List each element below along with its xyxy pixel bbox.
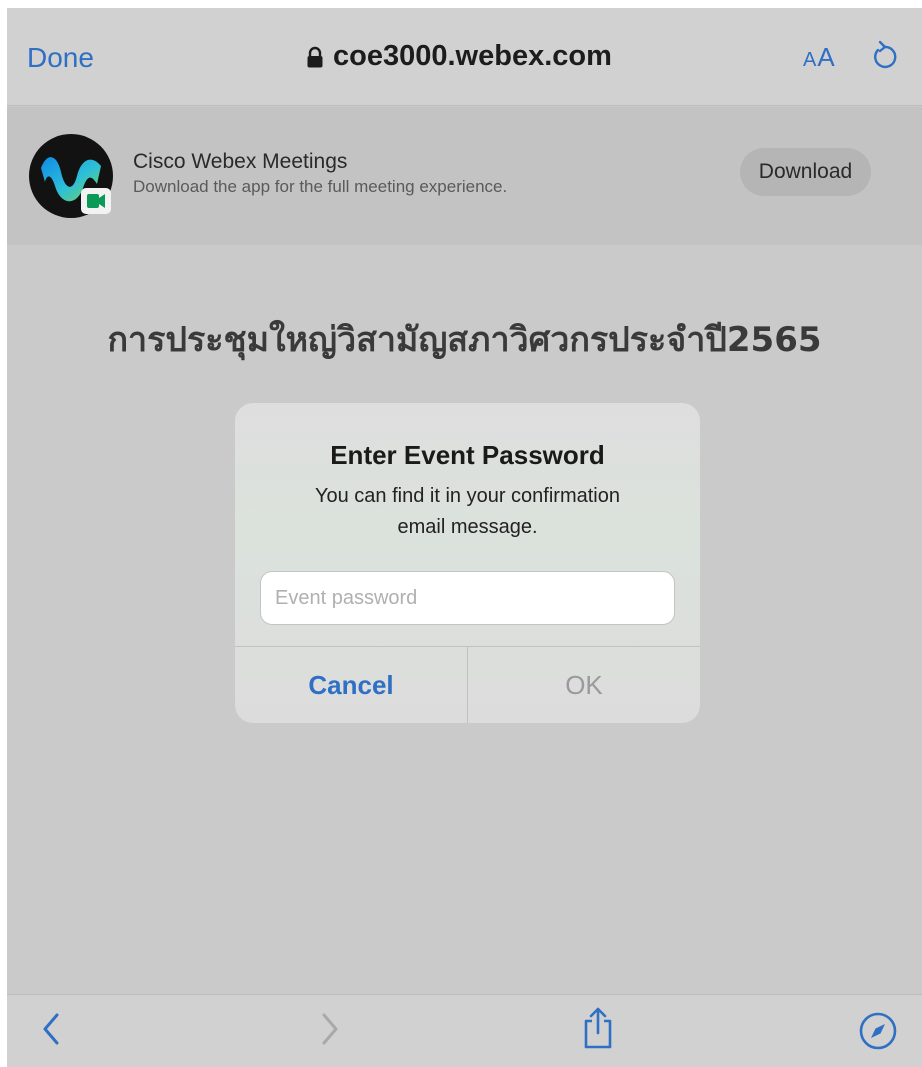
back-icon[interactable] [39, 1009, 63, 1054]
webex-app-icon[interactable] [27, 132, 115, 225]
browser-screen: Done coe3000.webex.com AA Cisco Webex Me… [7, 8, 922, 1067]
dialog-title: Enter Event Password [330, 440, 605, 470]
browser-top-bar: Done coe3000.webex.com AA [7, 8, 922, 106]
done-button[interactable]: Done [27, 42, 94, 74]
download-button[interactable]: Download [740, 148, 871, 196]
url-text: coe3000.webex.com [333, 40, 612, 72]
event-password-input[interactable] [260, 571, 675, 625]
forward-icon[interactable] [318, 1009, 342, 1054]
lock-icon [307, 46, 323, 68]
page-title: การประชุมใหญ่วิสามัญสภาวิศวกรประจำปี2565 [107, 320, 822, 360]
compass-icon[interactable] [858, 1011, 898, 1056]
reload-icon[interactable] [869, 38, 899, 77]
text-size-button[interactable]: AA [803, 42, 836, 73]
cancel-button[interactable]: Cancel [235, 647, 468, 723]
password-dialog: Enter Event Password You can find it in … [235, 403, 700, 723]
dialog-message-line2: email message. [397, 516, 538, 538]
share-icon[interactable] [580, 1005, 616, 1056]
dialog-message: You can find it in your confirmation ema… [275, 481, 660, 543]
dialog-message-line1: You can find it in your confirmation [315, 485, 620, 507]
browser-bottom-toolbar [7, 994, 922, 1067]
text-size-large-label: A [817, 42, 836, 72]
app-banner: Cisco Webex Meetings Download the app fo… [7, 107, 922, 245]
address-bar[interactable]: coe3000.webex.com [307, 40, 612, 73]
text-size-small-label: A [803, 49, 818, 71]
dialog-buttons: Cancel OK [235, 646, 700, 723]
app-name: Cisco Webex Meetings [133, 150, 348, 173]
ok-button[interactable]: OK [468, 647, 700, 723]
app-subtitle: Download the app for the full meeting ex… [133, 177, 508, 196]
